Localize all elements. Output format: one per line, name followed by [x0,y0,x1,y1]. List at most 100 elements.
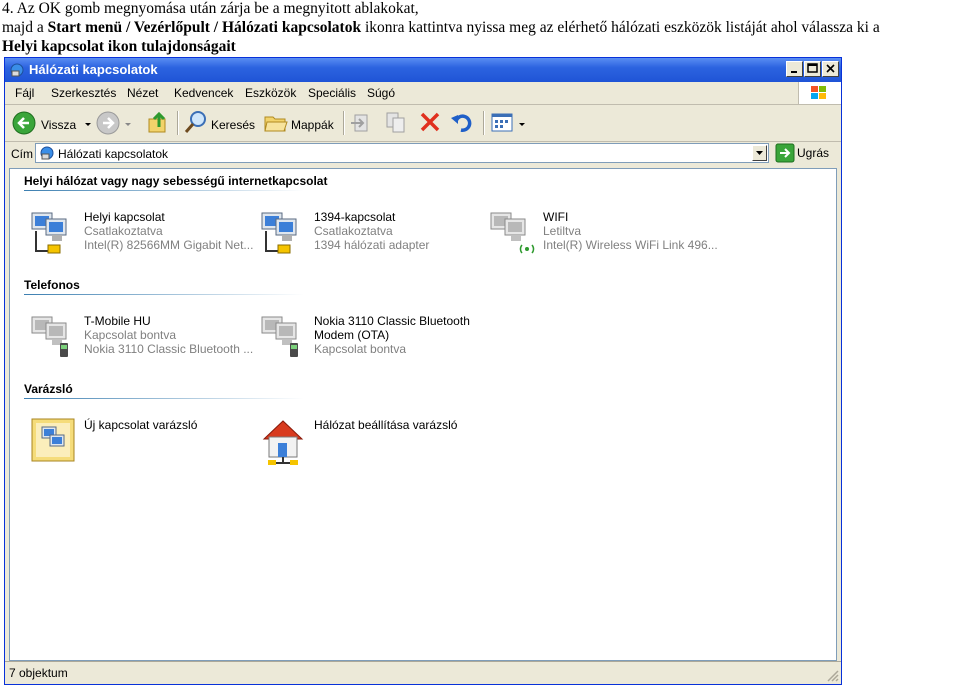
menu-edit[interactable]: Szerkesztés [51,86,116,100]
menu-help[interactable]: Súgó [367,86,395,100]
item-wifi[interactable]: WIFI Letiltva Intel(R) Wireless WiFi Lin… [487,207,718,263]
windows-logo [798,82,841,104]
back-arrow-icon [12,111,36,135]
move-to-icon [351,114,368,132]
search-button[interactable]: Keresés [183,109,261,137]
resize-grip-icon[interactable] [825,668,839,682]
address-value: Hálózati kapcsolatok [58,147,169,161]
toolbar-separator [177,111,179,135]
group-divider [24,294,304,295]
window-title: Hálózati kapcsolatok [29,62,158,77]
back-button[interactable]: Vissza [11,109,91,137]
item-local-connection[interactable]: Helyi kapcsolat Csatlakoztatva Intel(R) … [28,207,254,263]
doc-line-2-bold: Start menü / Vezérlőpult / Hálózati kapc… [47,19,362,36]
undo-button[interactable] [449,109,475,137]
forward-button[interactable] [95,109,135,137]
menu-file[interactable]: Fájl [15,86,34,100]
forward-dropdown-icon [125,123,131,126]
windows-flag-icon [811,86,826,99]
doc-line-2-post: ikonra kattintva nyissa meg az elérhető … [361,19,880,36]
doc-line-1: 4. Az OK gomb megnyomása után zárja be a… [2,0,419,17]
group-header-wizard: Varázsló [24,382,73,396]
item-name: Helyi kapcsolat [84,210,165,224]
item-device: 1394 hálózati adapter [314,238,430,252]
item-nokia-modem[interactable]: Nokia 3110 Classic Bluetooth Modem (OTA)… [258,311,482,367]
menu-view[interactable]: Nézet [127,86,158,100]
menu-bar: Fájl Szerkesztés Nézet Kedvencek Eszközö… [5,82,841,105]
new-connection-wizard-icon [31,418,75,462]
group-divider [24,190,304,191]
copy-to-icon [386,112,405,133]
item-name: Új kapcsolat varázsló [84,418,198,432]
up-folder-button[interactable] [145,109,171,137]
group-header-lan: Helyi hálózat vagy nagy sebességű intern… [24,174,328,188]
copy-to-button[interactable] [383,109,409,137]
views-icon [491,113,513,132]
chevron-down-icon [756,151,763,155]
toolbar-separator [343,111,345,135]
folders-button[interactable]: Mappák [263,109,341,137]
wireless-connection-icon [490,212,535,254]
status-object-count: 7 objektum [9,666,68,680]
item-status: Letiltva [543,224,582,238]
item-name: T-Mobile HU [84,314,151,328]
go-label: Ugrás [797,146,830,160]
item-status: Csatlakoztatva [84,224,163,238]
item-name: WIFI [543,210,569,224]
up-folder-icon [148,111,166,133]
views-button[interactable] [489,109,529,137]
forward-arrow-icon [96,111,120,135]
item-name-line-2: Modem (OTA) [314,328,390,342]
menu-tools[interactable]: Eszközök [245,86,296,100]
status-bar: 7 objektum [5,661,841,684]
minimize-button[interactable] [786,61,803,77]
minimize-icon [791,71,797,73]
address-input[interactable]: Hálózati kapcsolatok [35,143,769,163]
item-network-setup-wizard[interactable]: Hálózat beállítása varázsló [258,415,482,471]
item-device: Nokia 3110 Classic Bluetooth ... [84,342,254,356]
close-button[interactable] [822,61,839,77]
file-list-pane[interactable]: Helyi hálózat vagy nagy sebességű intern… [9,168,837,661]
lan-connection-icon [261,212,297,254]
item-status: Kapcsolat bontva [314,342,407,356]
address-label: Cím [11,147,33,161]
network-connections-icon [10,63,24,77]
title-bar[interactable]: Hálózati kapcsolatok [5,58,841,82]
house-network-icon [262,420,304,465]
views-dropdown-icon [519,123,525,126]
go-button[interactable]: Ugrás [773,143,833,163]
menu-advanced[interactable]: Speciális [308,86,356,100]
maximize-icon [807,63,818,73]
close-icon [826,64,835,73]
item-tmobile[interactable]: T-Mobile HU Kapcsolat bontva Nokia 3110 … [28,311,254,367]
maximize-button[interactable] [804,61,821,77]
item-device: Intel(R) 82566MM Gigabit Net... [84,238,254,252]
address-dropdown-button[interactable] [752,145,767,161]
back-dropdown-icon [85,123,91,126]
search-label: Keresés [211,118,256,132]
undo-icon [451,114,472,132]
lan-connection-icon [31,212,67,254]
item-status: Csatlakoztatva [314,224,393,238]
doc-line-3: Helyi kapcsolat ikon tulajdonságait [2,38,236,55]
move-to-button[interactable] [349,109,375,137]
go-arrow-icon [775,143,795,163]
item-device: Intel(R) Wireless WiFi Link 496... [543,238,718,252]
item-name: Nokia 3110 Classic Bluetooth [314,314,470,328]
back-label: Vissza [41,118,77,132]
menu-favorites[interactable]: Kedvencek [174,86,233,100]
address-bar: Cím Hálózati kapcsolatok Ugrás [5,142,841,166]
doc-line-2: majd a Start menü / Vezérlőpult / Hálóza… [2,19,880,37]
item-new-connection-wizard[interactable]: Új kapcsolat varázsló [28,415,252,471]
toolbar: Vissza Keresés Mappák [5,105,841,142]
group-divider [24,398,304,399]
delete-x-icon [420,112,440,132]
item-status: Kapcsolat bontva [84,328,177,342]
item-name: 1394-kapcsolat [314,210,396,224]
group-header-dialup: Telefonos [24,278,80,292]
dialup-connection-icon [31,316,68,357]
delete-button[interactable] [417,109,443,137]
item-1394-connection[interactable]: 1394-kapcsolat Csatlakoztatva 1394 hálóz… [258,207,482,263]
item-name: Hálózat beállítása varázsló [314,418,458,432]
folders-label: Mappák [291,118,334,132]
